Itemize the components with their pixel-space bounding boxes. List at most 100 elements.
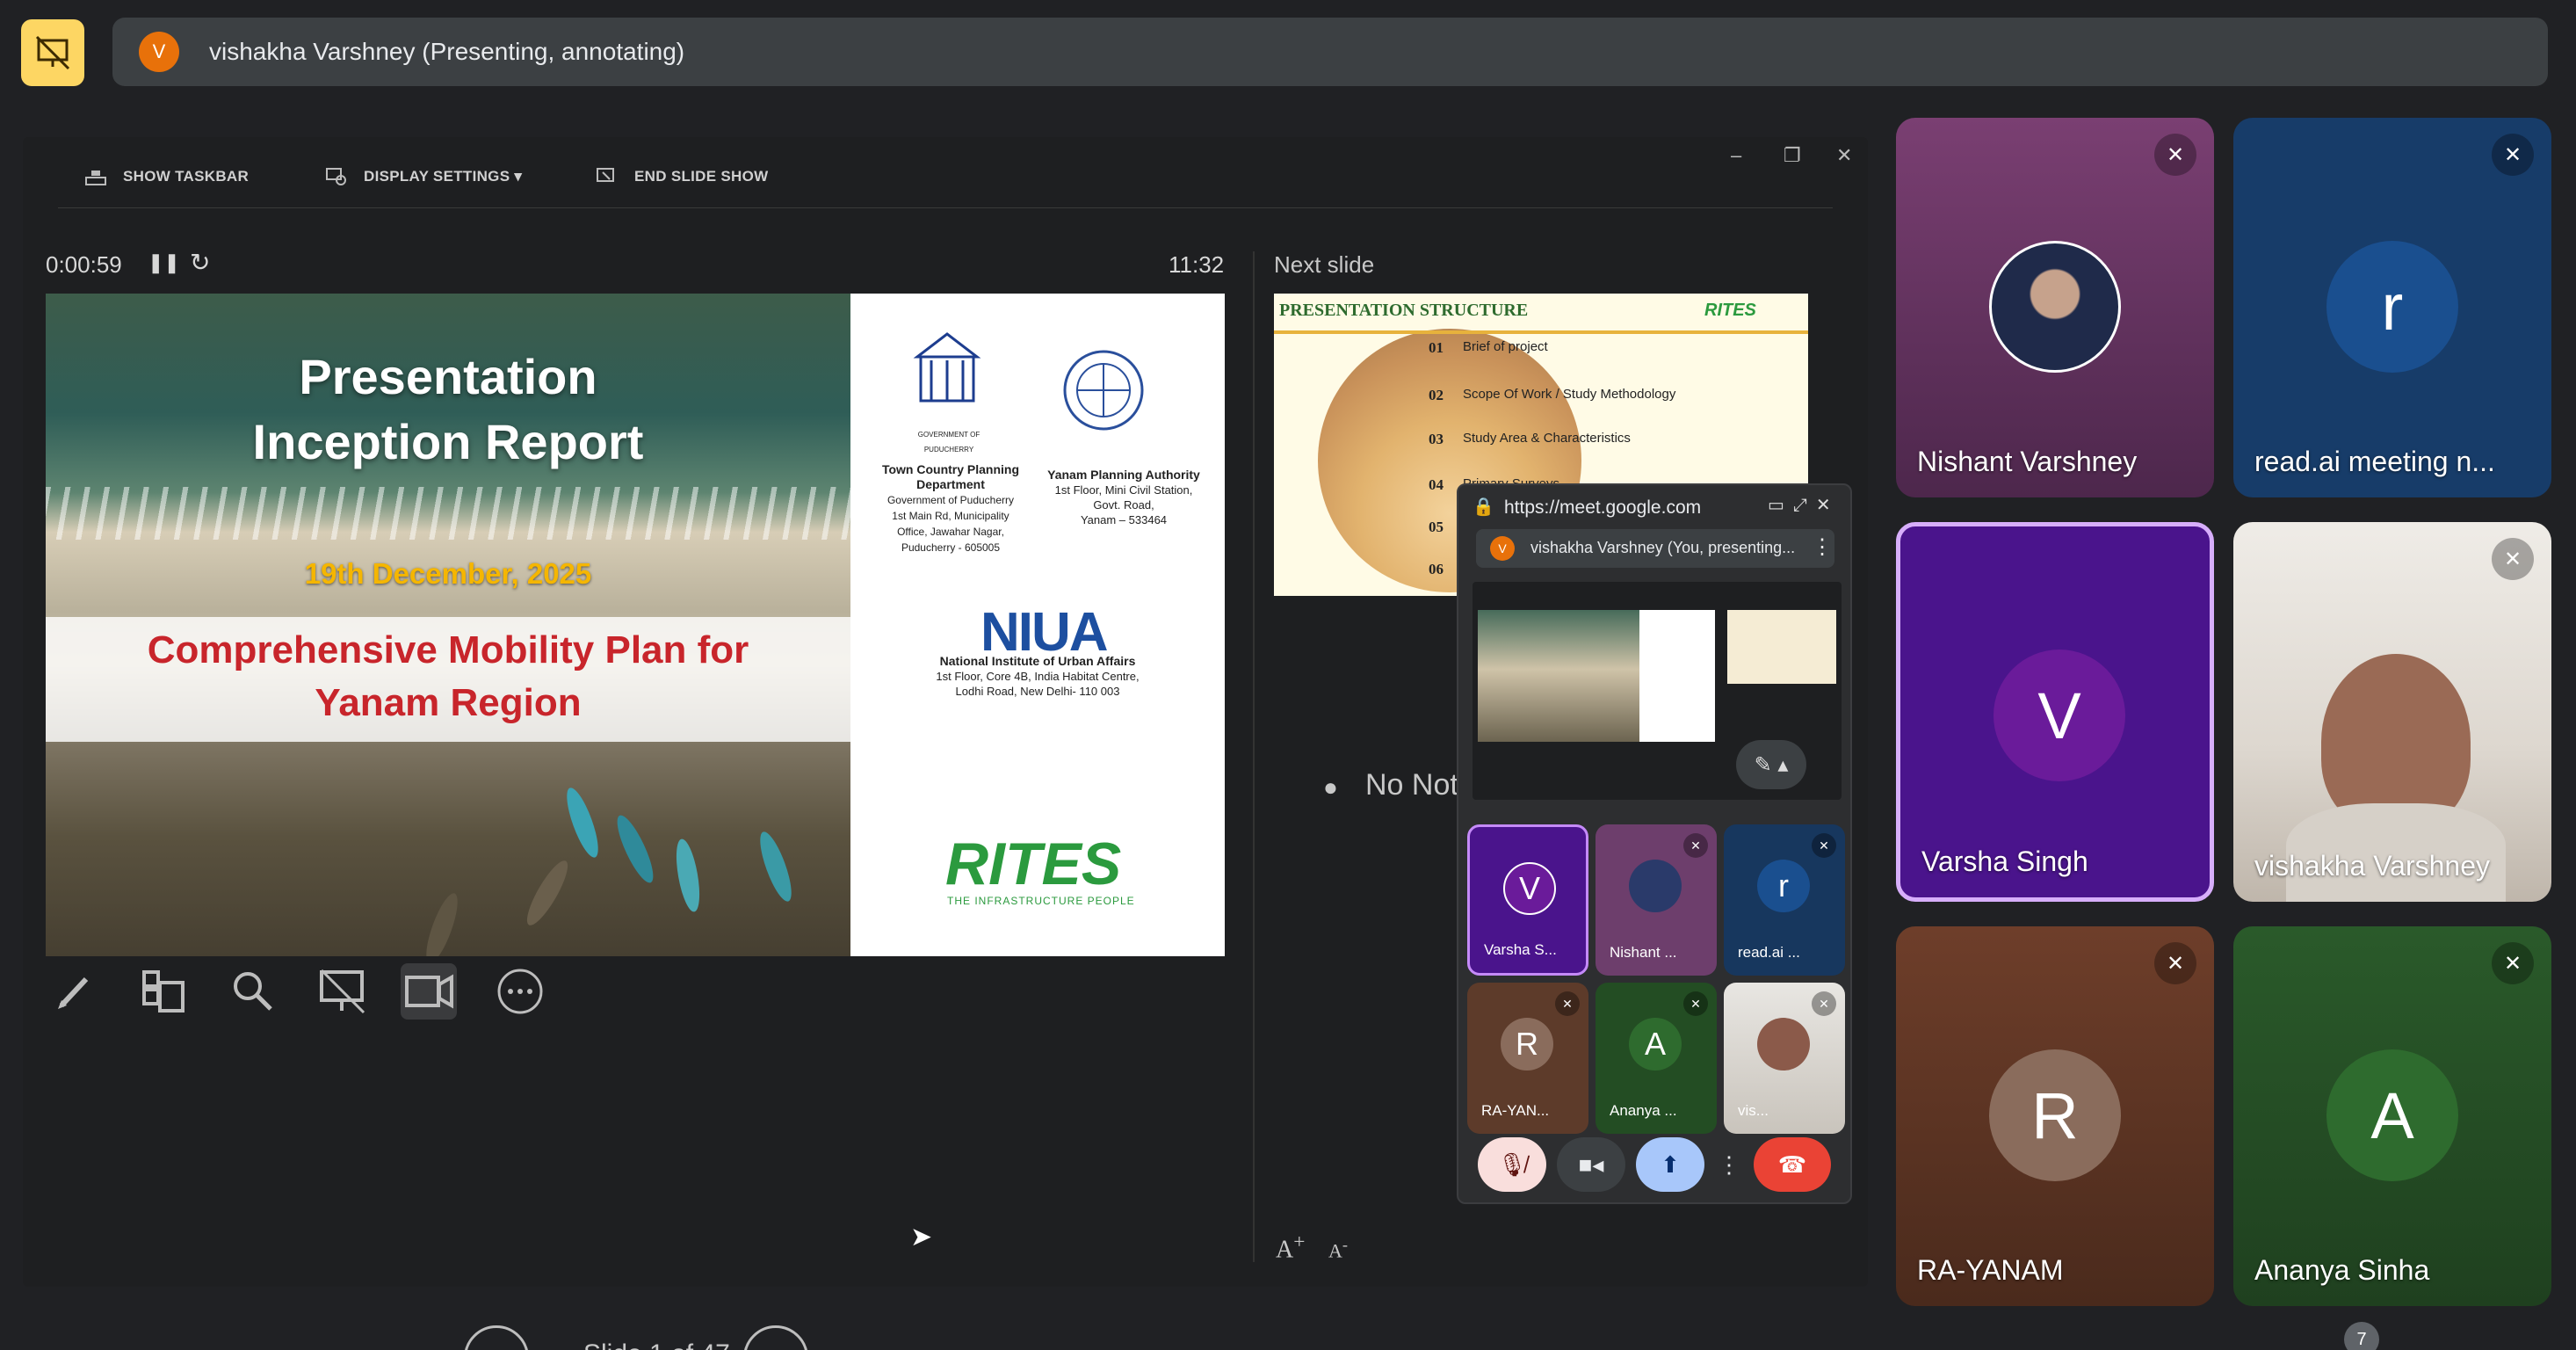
pip-window-controls[interactable]: ▭⤢✕	[1768, 494, 1840, 516]
close-icon[interactable]: ✕	[1836, 144, 1852, 167]
previous-arrow-icon: ◀	[488, 1345, 505, 1350]
notes-bullet: ●	[1323, 773, 1338, 801]
pip-tile-ananya[interactable]: A ✕ Ananya ...	[1596, 983, 1717, 1134]
participant-name: read.ai meeting n...	[2254, 446, 2495, 477]
participant-avatar: r	[2326, 241, 2458, 373]
niua-title: National Institute of Urban Affairs	[939, 654, 1136, 668]
column-divider	[1253, 251, 1255, 1262]
pen-icon[interactable]	[46, 963, 102, 1020]
rites-logo: RITES	[945, 831, 1122, 897]
next-slide-button[interactable]: ▶	[743, 1325, 808, 1350]
pip-tile-rayanam[interactable]: R ✕ RA-YAN...	[1467, 983, 1588, 1134]
participant-tile-nishant[interactable]: ✕ Nishant Varshney	[1896, 118, 2214, 497]
participant-tile-rayanam[interactable]: R ✕ RA-YANAM	[1896, 926, 2214, 1306]
pip-tile-name: Nishant ...	[1610, 944, 1677, 961]
minimize-icon[interactable]: –	[1731, 144, 1741, 167]
tcp-department-info: Town Country Planning Department Governm…	[865, 462, 1037, 555]
camera-icon[interactable]	[401, 963, 457, 1020]
participant-tile-ananya[interactable]: A ✕ Ananya Sinha	[2233, 926, 2551, 1306]
restart-timer-icon[interactable]: ↻	[190, 248, 210, 277]
show-taskbar-label: SHOW TASKBAR	[123, 168, 250, 185]
slide-logos-panel: GOVERNMENT OF PUDUCHERRY Town Country Pl…	[850, 294, 1225, 956]
pause-icon[interactable]: ❚❚	[148, 251, 180, 274]
pip-camera-button[interactable]: ■◂	[1557, 1137, 1625, 1192]
item-text: Brief of project	[1463, 339, 1548, 354]
increase-font-icon[interactable]: A+	[1276, 1230, 1305, 1264]
participant-tile-readai[interactable]: r ✕ read.ai meeting n...	[2233, 118, 2551, 497]
pip-more-icon[interactable]: ⋮	[1812, 534, 1833, 560]
black-screen-icon[interactable]	[315, 963, 371, 1020]
speaker-notes: No Not	[1365, 768, 1458, 802]
participant-name: Varsha Singh	[1921, 846, 2088, 877]
participant-tile-vishakha[interactable]: ✕ vishakha Varshney	[2233, 522, 2551, 902]
yanam-authority-info: Yanam Planning Authority 1st Floor, Mini…	[1031, 468, 1216, 527]
pip-tile-varsha[interactable]: V Varsha S...	[1467, 824, 1588, 976]
pip-tile-name: vis...	[1738, 1102, 1769, 1119]
pip-tile-name: RA-YAN...	[1481, 1102, 1550, 1119]
pip-presenter-avatar: V	[1490, 536, 1515, 561]
clock-time: 11:32	[1169, 251, 1225, 278]
pip-tile-vishakha[interactable]: ✕ vis...	[1724, 983, 1845, 1134]
title-underline	[1274, 330, 1808, 334]
boat	[671, 837, 705, 914]
previous-slide-button[interactable]: ◀	[464, 1325, 529, 1350]
puducherry-emblem-icon	[913, 332, 981, 403]
display-settings-button[interactable]: DISPLAY SETTINGS ▾	[325, 167, 522, 186]
more-options-icon[interactable]	[492, 963, 548, 1020]
mic-off-icon: ✕	[1683, 991, 1708, 1016]
presentation-off-icon[interactable]	[21, 19, 84, 86]
end-call-icon: ☎	[1777, 1150, 1807, 1178]
meet-pip-window[interactable]: 🔒 https://meet.google.com ▭⤢✕ V vishakha…	[1457, 483, 1852, 1204]
mic-off-icon: ✕	[2154, 942, 2196, 984]
next-slide-label: Next slide	[1274, 251, 1375, 278]
pip-annotate-icon[interactable]: ✎ ▴	[1736, 740, 1806, 789]
participant-count-badge: 7	[2344, 1322, 2379, 1350]
beach-waves	[46, 487, 850, 540]
structure-item: 01 Brief of project	[1429, 339, 1548, 357]
pip-slide-thumb-logos	[1639, 610, 1715, 742]
item-number: 01	[1429, 339, 1444, 356]
pip-tile-avatar: A	[1629, 1018, 1682, 1071]
pip-tile-avatar: R	[1501, 1018, 1553, 1071]
slide-subtitle: Comprehensive Mobility Plan for Yanam Re…	[147, 628, 749, 724]
current-slide: Presentation Inception Report 19th Decem…	[46, 294, 1225, 956]
participant-tile-varsha[interactable]: V Varsha Singh	[1896, 522, 2214, 902]
slide-date: 19th December, 2025	[304, 557, 592, 590]
mic-off-icon: ✕	[2492, 134, 2534, 176]
pip-mic-off-button[interactable]: 🎙︎̸	[1478, 1137, 1546, 1192]
pip-leave-call-button[interactable]: ☎	[1754, 1137, 1831, 1192]
pip-tile-name: Ananya ...	[1610, 1102, 1677, 1119]
pip-tile-readai[interactable]: r ✕ read.ai ...	[1724, 824, 1845, 976]
pip-more-options-button[interactable]: ⋮	[1713, 1137, 1745, 1192]
item-number: 04	[1429, 476, 1444, 493]
mic-off-icon: ✕	[2154, 134, 2196, 176]
structure-item: 02 Scope Of Work / Study Methodology	[1429, 387, 1675, 404]
pip-present-button[interactable]: ⬆	[1636, 1137, 1704, 1192]
pip-presenting-bar: V vishakha Varshney (You, presenting... …	[1476, 529, 1834, 568]
participant-name: RA-YANAM	[1917, 1254, 2064, 1286]
pip-tile-name: Varsha S...	[1484, 941, 1557, 958]
next-arrow-icon: ▶	[767, 1345, 785, 1350]
display-settings-icon	[325, 167, 348, 186]
elapsed-timer: 0:00:59	[46, 251, 122, 278]
mic-off-icon: ✕	[2492, 942, 2534, 984]
show-taskbar-button[interactable]: SHOW TASKBAR	[84, 167, 249, 186]
mouse-cursor-icon: ➤	[910, 1223, 933, 1252]
zoom-icon[interactable]	[225, 963, 281, 1020]
pip-next-thumb	[1727, 610, 1836, 684]
participant-name: Ananya Sinha	[2254, 1254, 2430, 1286]
pip-screen-preview: ✎ ▴	[1473, 582, 1842, 800]
boat	[754, 828, 798, 905]
end-slide-show-button[interactable]: END SLIDE SHOW	[596, 167, 769, 186]
present-screen-icon: ⬆	[1661, 1150, 1680, 1178]
video-camera-icon: ■◂	[1578, 1150, 1604, 1178]
mic-off-icon: ✕	[1683, 833, 1708, 858]
participant-photo-avatar	[1989, 241, 2121, 373]
decrease-font-icon[interactable]: A-	[1328, 1236, 1348, 1262]
restore-icon[interactable]: ❐	[1784, 144, 1801, 167]
all-slides-icon[interactable]	[135, 963, 192, 1020]
yanam-authority-address: 1st Floor, Mini Civil Station, Govt. Roa…	[1054, 483, 1193, 526]
pip-tile-nishant[interactable]: ✕ Nishant ...	[1596, 824, 1717, 976]
pip-tile-avatar: r	[1757, 860, 1810, 912]
taskbar-icon	[84, 167, 107, 186]
